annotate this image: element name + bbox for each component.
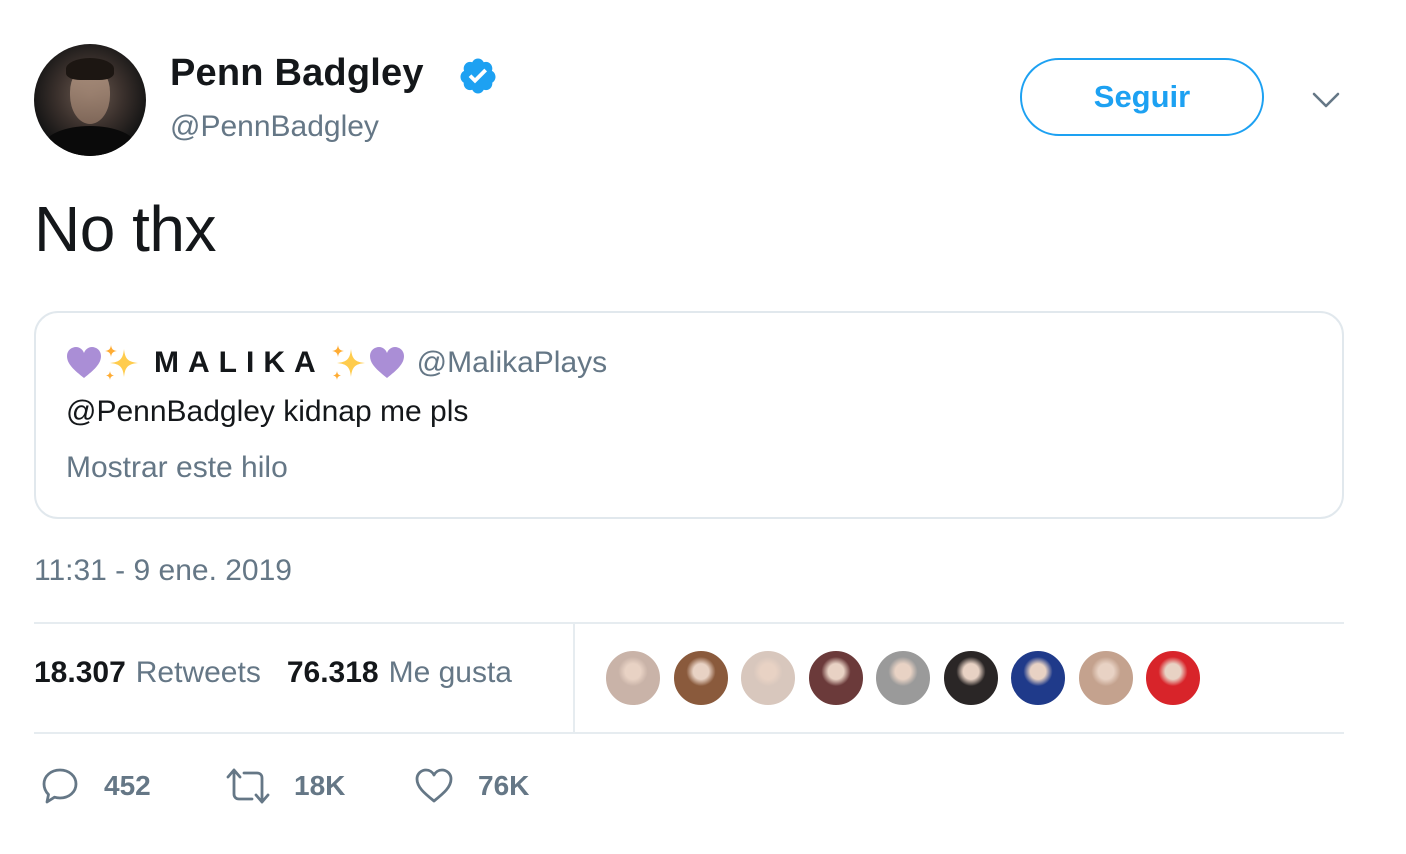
purple-heart-icon	[67, 347, 101, 378]
divider	[34, 622, 1344, 624]
liker-avatar[interactable]	[671, 649, 730, 707]
retweets-count: 18.307	[34, 656, 126, 689]
quote-text: @PennBadgley kidnap me pls	[66, 395, 469, 428]
retweets-stat[interactable]: 18.307 Retweets	[34, 656, 261, 690]
follow-button[interactable]: Seguir	[1020, 58, 1264, 136]
verified-badge-icon	[460, 58, 496, 94]
likes-label: Me gusta	[388, 656, 512, 689]
liker-avatar[interactable]	[806, 649, 865, 707]
likes-stat[interactable]: 76.318 Me gusta	[287, 656, 512, 690]
quote-tweet-card[interactable]: MALIKA @MalikaPlays @PennBadgley kidnap …	[34, 311, 1344, 519]
engagement-stats: 18.307 Retweets 76.318 Me gusta	[34, 656, 512, 690]
author-avatar[interactable]	[34, 44, 146, 156]
liker-avatar[interactable]	[941, 649, 1000, 707]
liker-avatar[interactable]	[874, 649, 932, 707]
quote-author-row: MALIKA @MalikaPlays	[66, 343, 607, 383]
reply-count: 452	[104, 770, 151, 801]
tweet-text: No thx	[34, 193, 216, 265]
purple-heart-icon	[369, 347, 404, 378]
avatar-hair	[66, 58, 114, 80]
divider	[34, 732, 1344, 734]
liker-avatar[interactable]	[604, 649, 662, 707]
heart-icon	[415, 768, 453, 803]
quote-author-handle: @MalikaPlays	[416, 346, 608, 379]
sparkles-icon	[331, 345, 365, 380]
retweet-icon	[226, 768, 270, 804]
like-button[interactable]: 76K	[414, 764, 529, 808]
author-handle[interactable]: @PennBadgley	[170, 110, 379, 144]
reply-icon	[42, 768, 78, 804]
author-display-name[interactable]: Penn Badgley	[170, 52, 424, 95]
vertical-divider	[573, 624, 575, 732]
reply-button[interactable]: 452	[40, 764, 151, 808]
tweet-timestamp[interactable]: 11:31 - 9 ene. 2019	[34, 554, 292, 588]
likes-count: 76.318	[286, 656, 379, 689]
quote-author-name: MALIKA	[154, 346, 325, 379]
retweet-count: 18K	[294, 770, 346, 801]
liker-avatar[interactable]	[1076, 649, 1135, 707]
chevron-down-icon[interactable]	[1310, 88, 1342, 112]
liker-avatar[interactable]	[1144, 649, 1202, 707]
liker-avatar[interactable]	[739, 649, 797, 707]
like-count: 76K	[478, 770, 530, 801]
sparkles-icon	[105, 345, 138, 380]
avatar-shoulders	[44, 126, 136, 156]
retweets-label: Retweets	[135, 656, 261, 689]
show-thread-link[interactable]: Mostrar este hilo	[66, 451, 288, 485]
liker-avatar[interactable]	[1009, 649, 1067, 707]
retweet-button[interactable]: 18K	[226, 764, 345, 808]
